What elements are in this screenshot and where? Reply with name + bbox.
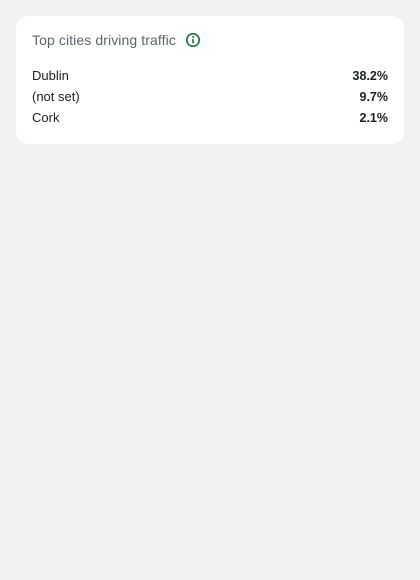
top-cities-card: Top cities driving traffic Dublin 38.2% … [16,16,404,144]
traffic-share: 2.1% [359,110,389,125]
traffic-share: 9.7% [359,89,389,104]
city-name: Dublin [32,68,69,83]
list-item: (not set) 9.7% [32,86,388,107]
info-icon[interactable] [185,32,201,48]
cities-list: Dublin 38.2% (not set) 9.7% Cork 2.1% [32,65,388,128]
card-header: Top cities driving traffic [32,31,388,49]
traffic-share: 38.2% [352,68,388,83]
card-title: Top cities driving traffic [32,32,176,48]
city-name: (not set) [32,89,80,104]
list-item: Cork 2.1% [32,107,388,128]
list-item: Dublin 38.2% [32,65,388,86]
city-name: Cork [32,110,60,125]
